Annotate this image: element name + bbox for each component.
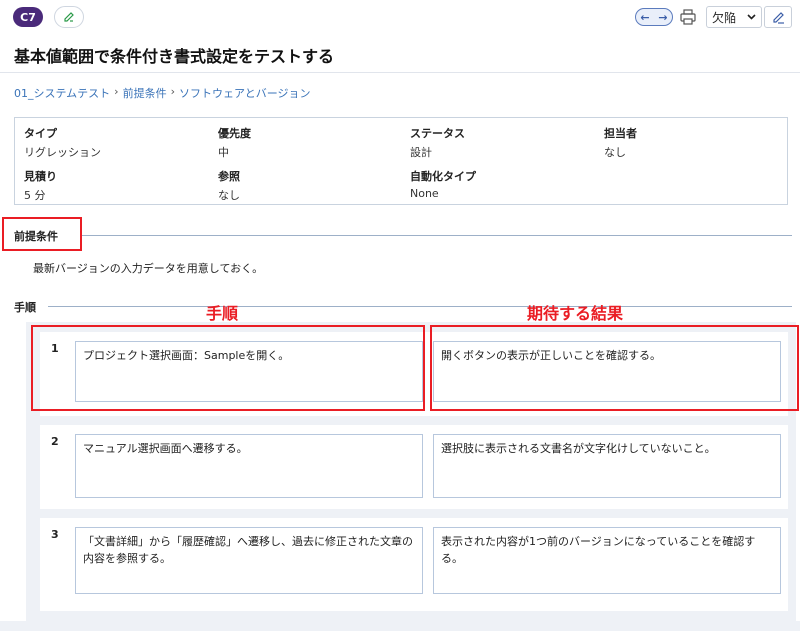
field-assignee: 担当者 なし [604, 125, 637, 160]
pen-button[interactable] [764, 6, 792, 28]
page-title: 基本値範囲で条件付き書式設定をテストする [14, 47, 335, 66]
arrow-left-icon[interactable]: ← [640, 11, 649, 24]
automation-value: None [410, 187, 439, 200]
bottom-strip [0, 621, 800, 631]
top-bar: C7 ← → 欠陥 [0, 0, 800, 34]
step-expected-field[interactable]: 選択肢に表示される文書名が文字化けしていないこと。 [433, 434, 781, 498]
step-row: 3 「文書詳細」から「履歴確認」へ遷移し、過去に修正された文章の内容を参照する。… [40, 518, 788, 611]
step-action-field[interactable]: マニュアル選択画面へ遷移する。 [75, 434, 423, 498]
step-number: 2 [51, 435, 59, 448]
precondition-highlight [2, 217, 82, 251]
estimate-label: 見積り [24, 170, 57, 183]
priority-value: 中 [218, 146, 229, 159]
estimate-value: 5 分 [24, 189, 46, 202]
priority-label: 優先度 [218, 127, 251, 140]
defect-dropdown[interactable]: 欠陥 [706, 6, 762, 28]
reference-label: 参照 [218, 170, 240, 183]
breadcrumb-item[interactable]: 前提条件 [123, 85, 167, 101]
breadcrumb: 01_システムテスト › 前提条件 › ソフトウェアとバージョン [14, 85, 311, 101]
prev-next-nav[interactable]: ← → [635, 8, 673, 26]
steps-heading: 手順 [14, 301, 36, 314]
pen-icon [772, 11, 784, 24]
step-number: 3 [51, 528, 59, 541]
edit-icon [64, 12, 74, 22]
case-info-panel: タイプ リグレッション 優先度 中 ステータス 設計 担当者 なし 見積り 5 … [14, 117, 788, 205]
status-label: ステータス [410, 127, 465, 140]
status-value: 設計 [410, 146, 432, 159]
annotation-expected-label: 期待する結果 [527, 304, 624, 323]
title-divider [0, 72, 800, 73]
step-action-highlight [31, 325, 425, 411]
reference-value: なし [218, 189, 240, 202]
step-row: 2 マニュアル選択画面へ遷移する。 選択肢に表示される文書名が文字化けしていない… [40, 425, 788, 509]
annotation-steps-label: 手順 [206, 304, 239, 323]
type-value: リグレッション [24, 146, 101, 159]
step-action-field[interactable]: 「文書詳細」から「履歴確認」へ遷移し、過去に修正された文章の内容を参照する。 [75, 527, 423, 594]
precondition-text: 最新バージョンの入力データを用意しておく。 [33, 262, 264, 275]
assignee-value: なし [604, 146, 626, 159]
field-status: ステータス 設計 [410, 125, 465, 160]
precondition-divider [82, 235, 792, 236]
steps-divider [48, 306, 792, 307]
assignee-label: 担当者 [604, 127, 637, 140]
breadcrumb-separator: › [170, 85, 175, 98]
breadcrumb-item[interactable]: ソフトウェアとバージョン [179, 85, 311, 101]
field-reference: 参照 なし [218, 168, 240, 203]
case-id-badge: C7 [13, 7, 43, 27]
field-priority: 優先度 中 [218, 125, 251, 160]
edit-button[interactable] [54, 6, 84, 28]
field-automation: 自動化タイプ None [410, 168, 476, 200]
field-type: タイプ リグレッション [24, 125, 101, 160]
chevron-down-icon [747, 14, 756, 20]
step-expected-highlight [430, 325, 799, 411]
automation-label: 自動化タイプ [410, 170, 476, 183]
breadcrumb-separator: › [114, 85, 119, 98]
defect-label: 欠陥 [712, 10, 737, 25]
step-expected-field[interactable]: 表示された内容が1つ前のバージョンになっていることを確認する。 [433, 527, 781, 594]
arrow-right-icon[interactable]: → [658, 11, 667, 24]
type-label: タイプ [24, 127, 57, 140]
breadcrumb-item[interactable]: 01_システムテスト [14, 85, 110, 101]
print-icon[interactable] [679, 8, 697, 26]
field-estimate: 見積り 5 分 [24, 168, 57, 203]
